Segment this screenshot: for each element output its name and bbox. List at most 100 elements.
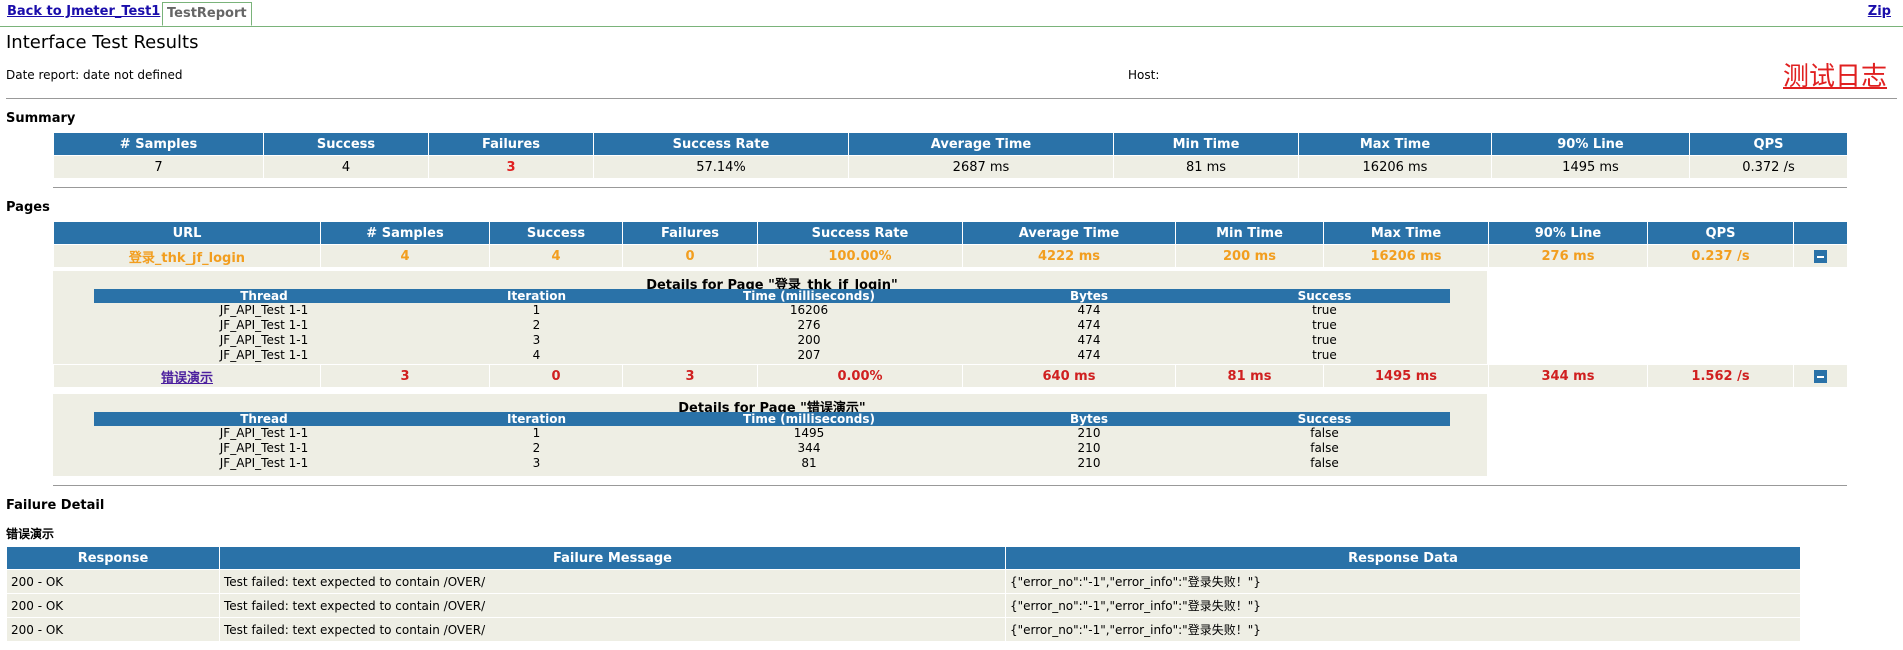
col-iteration: Iteration	[434, 289, 639, 303]
cell-success: false	[1310, 456, 1339, 470]
table-row: JF_API_Test 1-1 3 81 210 false	[94, 456, 1450, 471]
tab-testreport[interactable]: TestReport	[162, 2, 252, 26]
page-90-line: 344 ms	[1488, 364, 1648, 388]
page-min-time: 200 ms	[1175, 244, 1324, 268]
page-url: 登录_thk_jf_login	[53, 244, 321, 268]
summary-success: 4	[263, 155, 429, 179]
page-qps: 1.562 /s	[1647, 364, 1794, 388]
col-url: URL	[53, 221, 321, 245]
cell-response-data: {"error_no":"-1","error_info":"登录失败！"}	[1005, 593, 1801, 618]
table-row: 200 - OK Test failed: text expected to co…	[6, 617, 1801, 642]
pages-heading: Pages	[6, 200, 50, 215]
page-min-time: 81 ms	[1175, 364, 1324, 388]
col-min-time: Min Time	[1113, 132, 1299, 156]
divider	[6, 98, 1897, 99]
cell-success: true	[1312, 318, 1337, 332]
detail-table-login: Thread Iteration Time (milliseconds) Byt…	[94, 289, 1450, 363]
cell-bytes: 210	[1077, 426, 1101, 440]
col-90-line: 90% Line	[1488, 221, 1648, 245]
col-thread: Thread	[94, 289, 434, 303]
summary-header-row: # Samples Success Failures Success Rate …	[53, 132, 1848, 156]
back-link[interactable]: Back to Jmeter_Test1	[7, 4, 160, 19]
toggle-cell	[1793, 364, 1848, 388]
summary-max-time: 16206 ms	[1298, 155, 1492, 179]
col-success: Success	[263, 132, 429, 156]
page-max-time: 16206 ms	[1323, 244, 1489, 268]
col-success: Success	[1199, 412, 1450, 426]
cell-thread: JF_API_Test 1-1	[219, 303, 309, 317]
page-failures: 0	[622, 244, 758, 268]
summary-failures: 3	[428, 155, 594, 179]
col-max-time: Max Time	[1323, 221, 1489, 245]
page-qps: 0.237 /s	[1647, 244, 1794, 268]
collapse-icon[interactable]	[1814, 369, 1827, 383]
table-row: JF_API_Test 1-1 2 276 474 true	[94, 318, 1450, 333]
summary-row: 7 4 3 57.14% 2687 ms 81 ms 16206 ms 1495…	[53, 155, 1848, 179]
col-samples: # Samples	[53, 132, 264, 156]
test-log-link[interactable]: 测试日志	[1783, 56, 1887, 93]
page-samples: 4	[320, 244, 490, 268]
cell-iteration: 3	[532, 456, 541, 470]
cell-time: 1495	[793, 426, 825, 440]
col-90-line: 90% Line	[1491, 132, 1690, 156]
page-row-login: 登录_thk_jf_login 4 4 0 100.00% 4222 ms 20…	[53, 244, 1848, 268]
failure-subheading: 错误演示	[6, 527, 55, 541]
cell-time: 207	[797, 348, 821, 362]
cell-thread: JF_API_Test 1-1	[219, 426, 309, 440]
table-row: JF_API_Test 1-1 2 344 210 false	[94, 441, 1450, 456]
cell-failure-message: Test failed: text expected to contain /O…	[219, 593, 1006, 618]
cell-bytes: 474	[1077, 303, 1101, 317]
cell-response: 200 - OK	[6, 617, 220, 642]
col-failures: Failures	[428, 132, 594, 156]
cell-thread: JF_API_Test 1-1	[219, 456, 309, 470]
failure-table: Response Failure Message Response Data 2…	[6, 546, 1801, 642]
page-url: 错误演示	[53, 364, 321, 388]
col-qps: QPS	[1689, 132, 1848, 156]
page-url-link[interactable]: 登录_thk_jf_login	[129, 251, 245, 266]
cell-time: 16206	[789, 303, 829, 317]
summary-qps: 0.372 /s	[1689, 155, 1848, 179]
cell-success: true	[1312, 348, 1337, 362]
col-failure-message: Failure Message	[219, 546, 1006, 570]
cell-thread: JF_API_Test 1-1	[219, 333, 309, 347]
page-average-time: 4222 ms	[962, 244, 1176, 268]
cell-time: 200	[797, 333, 821, 347]
cell-iteration: 2	[532, 441, 541, 455]
summary-heading: Summary	[6, 111, 76, 126]
cell-iteration: 4	[532, 348, 541, 362]
col-samples: # Samples	[320, 221, 490, 245]
col-bytes: Bytes	[979, 289, 1199, 303]
collapse-icon[interactable]	[1814, 249, 1827, 263]
page-url-link[interactable]: 错误演示	[161, 371, 213, 386]
col-response: Response	[6, 546, 220, 570]
page-success: 4	[489, 244, 623, 268]
page-samples: 3	[320, 364, 490, 388]
detail-header-row: Thread Iteration Time (milliseconds) Byt…	[94, 412, 1450, 426]
host-label: Host:	[1128, 68, 1160, 82]
cell-response-data: {"error_no":"-1","error_info":"登录失败！"}	[1005, 569, 1801, 594]
cell-bytes: 474	[1077, 333, 1101, 347]
col-min-time: Min Time	[1175, 221, 1324, 245]
cell-time: 276	[797, 318, 821, 332]
table-row: 200 - OK Test failed: text expected to co…	[6, 569, 1801, 594]
zip-link[interactable]: Zip	[1868, 4, 1891, 19]
cell-iteration: 1	[532, 303, 541, 317]
col-max-time: Max Time	[1298, 132, 1492, 156]
col-bytes: Bytes	[979, 412, 1199, 426]
toggle-cell	[1793, 244, 1848, 268]
table-row: JF_API_Test 1-1 1 1495 210 false	[94, 426, 1450, 441]
cell-failure-message: Test failed: text expected to contain /O…	[219, 569, 1006, 594]
table-row: JF_API_Test 1-1 3 200 474 true	[94, 333, 1450, 348]
col-average-time: Average Time	[848, 132, 1114, 156]
col-iteration: Iteration	[434, 412, 639, 426]
cell-success: true	[1312, 303, 1337, 317]
col-thread: Thread	[94, 412, 434, 426]
cell-time: 81	[801, 456, 817, 470]
cell-thread: JF_API_Test 1-1	[219, 441, 309, 455]
col-failures: Failures	[622, 221, 758, 245]
cell-success: false	[1310, 426, 1339, 440]
divider	[53, 187, 1847, 188]
page-title: Interface Test Results	[6, 32, 199, 53]
col-success-rate: Success Rate	[757, 221, 963, 245]
col-success-rate: Success Rate	[593, 132, 849, 156]
